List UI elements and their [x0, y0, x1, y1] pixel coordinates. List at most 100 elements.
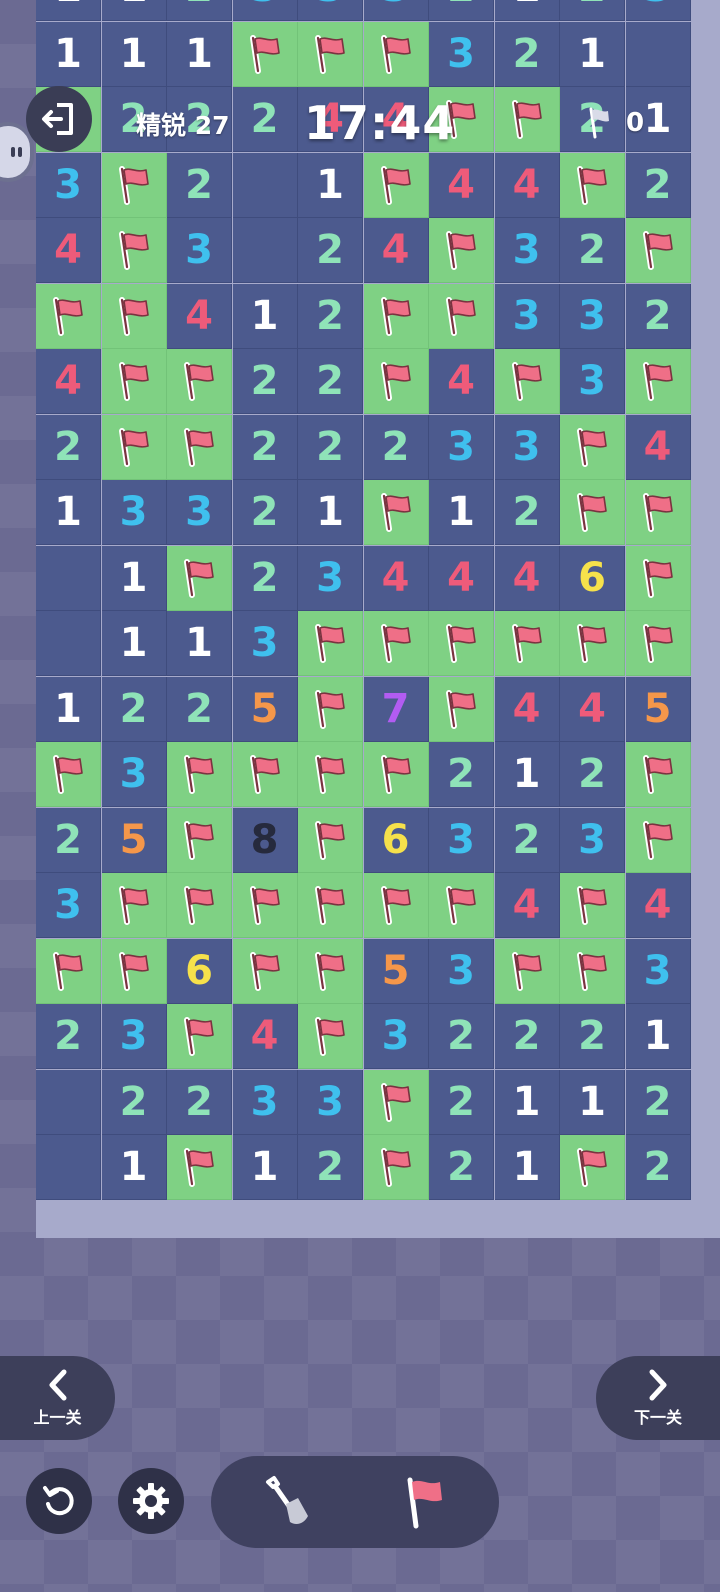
number-cell[interactable]: 2	[232, 349, 298, 414]
number-cell[interactable]: 4	[625, 873, 691, 938]
flagged-cell[interactable]	[167, 349, 232, 414]
flagged-cell[interactable]	[167, 545, 232, 611]
number-cell[interactable]: 2	[298, 349, 363, 414]
number-cell[interactable]: 2	[167, 152, 232, 218]
empty-cell[interactable]	[36, 1135, 101, 1200]
number-cell[interactable]: 4	[429, 152, 494, 218]
number-cell[interactable]: 2	[625, 152, 691, 218]
number-cell[interactable]: 2	[232, 414, 298, 480]
number-cell[interactable]: 2	[101, 1069, 167, 1135]
number-cell[interactable]: 3	[298, 545, 363, 611]
flagged-cell[interactable]	[625, 349, 691, 414]
flagged-cell[interactable]	[363, 152, 429, 218]
flagged-cell[interactable]	[101, 873, 167, 938]
flagged-cell[interactable]	[363, 21, 429, 87]
number-cell[interactable]: 2	[36, 1004, 101, 1069]
flagged-cell[interactable]	[298, 676, 363, 742]
number-cell[interactable]: 3	[429, 807, 494, 873]
number-cell[interactable]: 2	[298, 283, 363, 349]
flagged-cell[interactable]	[429, 283, 494, 349]
number-cell[interactable]: 3	[232, 611, 298, 676]
empty-cell[interactable]	[36, 1069, 101, 1135]
dig-tool-button[interactable]	[246, 1466, 330, 1538]
number-cell[interactable]: 3	[429, 414, 494, 480]
flagged-cell[interactable]	[363, 742, 429, 807]
flagged-cell[interactable]	[560, 873, 625, 938]
restart-button[interactable]	[26, 1468, 92, 1534]
flagged-cell[interactable]	[625, 545, 691, 611]
flagged-cell[interactable]	[363, 480, 429, 545]
number-cell[interactable]: 4	[494, 152, 560, 218]
flagged-cell[interactable]	[494, 938, 560, 1004]
number-cell[interactable]: 4	[36, 218, 101, 283]
flagged-cell[interactable]	[101, 414, 167, 480]
flagged-cell[interactable]	[167, 414, 232, 480]
flagged-cell[interactable]	[232, 21, 298, 87]
number-cell[interactable]: 1	[101, 1135, 167, 1200]
number-cell[interactable]: 3	[429, 938, 494, 1004]
number-cell[interactable]: 1	[101, 611, 167, 676]
number-cell[interactable]: 1	[494, 1135, 560, 1200]
flagged-cell[interactable]	[625, 807, 691, 873]
flagged-cell[interactable]	[363, 283, 429, 349]
number-cell[interactable]: 2	[232, 545, 298, 611]
number-cell[interactable]: 3	[494, 414, 560, 480]
number-cell[interactable]: 1	[298, 152, 363, 218]
exit-button[interactable]	[26, 86, 92, 152]
flagged-cell[interactable]	[101, 152, 167, 218]
number-cell[interactable]: 1	[36, 21, 101, 87]
flagged-cell[interactable]	[560, 1135, 625, 1200]
empty-cell[interactable]	[36, 611, 101, 676]
number-cell[interactable]: 4	[560, 676, 625, 742]
number-cell[interactable]: 2	[494, 480, 560, 545]
flagged-cell[interactable]	[298, 21, 363, 87]
number-cell[interactable]: 2	[429, 1004, 494, 1069]
number-cell[interactable]: 3	[625, 0, 691, 21]
number-cell[interactable]: 1	[494, 1069, 560, 1135]
number-cell[interactable]: 3	[560, 349, 625, 414]
prev-level-button[interactable]: 上一关	[0, 1356, 115, 1440]
number-cell[interactable]: 1	[625, 1004, 691, 1069]
flagged-cell[interactable]	[429, 873, 494, 938]
number-cell[interactable]: 5	[625, 676, 691, 742]
number-cell[interactable]: 2	[560, 218, 625, 283]
number-cell[interactable]: 4	[232, 1004, 298, 1069]
flagged-cell[interactable]	[494, 87, 560, 152]
number-cell[interactable]: 2	[101, 676, 167, 742]
number-cell[interactable]: 6	[560, 545, 625, 611]
number-cell[interactable]: 4	[494, 676, 560, 742]
number-cell[interactable]: 4	[167, 283, 232, 349]
number-cell[interactable]: 3	[560, 807, 625, 873]
number-cell[interactable]: 3	[625, 938, 691, 1004]
number-cell[interactable]: 2	[167, 676, 232, 742]
flagged-cell[interactable]	[560, 611, 625, 676]
number-cell[interactable]: 1	[560, 1069, 625, 1135]
number-cell[interactable]: 1	[36, 676, 101, 742]
flagged-cell[interactable]	[363, 611, 429, 676]
number-cell[interactable]: 3	[101, 480, 167, 545]
number-cell[interactable]: 5	[363, 938, 429, 1004]
flagged-cell[interactable]	[494, 349, 560, 414]
number-cell[interactable]: 3	[232, 0, 298, 21]
flagged-cell[interactable]	[625, 742, 691, 807]
number-cell[interactable]: 2	[494, 1004, 560, 1069]
number-cell[interactable]: 2	[429, 742, 494, 807]
number-cell[interactable]: 3	[560, 283, 625, 349]
number-cell[interactable]: 2	[298, 414, 363, 480]
flagged-cell[interactable]	[232, 873, 298, 938]
number-cell[interactable]: 1	[232, 283, 298, 349]
number-cell[interactable]: 8	[232, 807, 298, 873]
number-cell[interactable]: 1	[494, 742, 560, 807]
number-cell[interactable]: 2	[625, 1069, 691, 1135]
flagged-cell[interactable]	[429, 676, 494, 742]
number-cell[interactable]: 4	[429, 545, 494, 611]
number-cell[interactable]: 4	[625, 414, 691, 480]
flagged-cell[interactable]	[167, 1135, 232, 1200]
number-cell[interactable]: 4	[363, 218, 429, 283]
flagged-cell[interactable]	[625, 611, 691, 676]
flagged-cell[interactable]	[232, 742, 298, 807]
flagged-cell[interactable]	[363, 349, 429, 414]
flagged-cell[interactable]	[625, 218, 691, 283]
flagged-cell[interactable]	[560, 480, 625, 545]
number-cell[interactable]: 3	[494, 218, 560, 283]
